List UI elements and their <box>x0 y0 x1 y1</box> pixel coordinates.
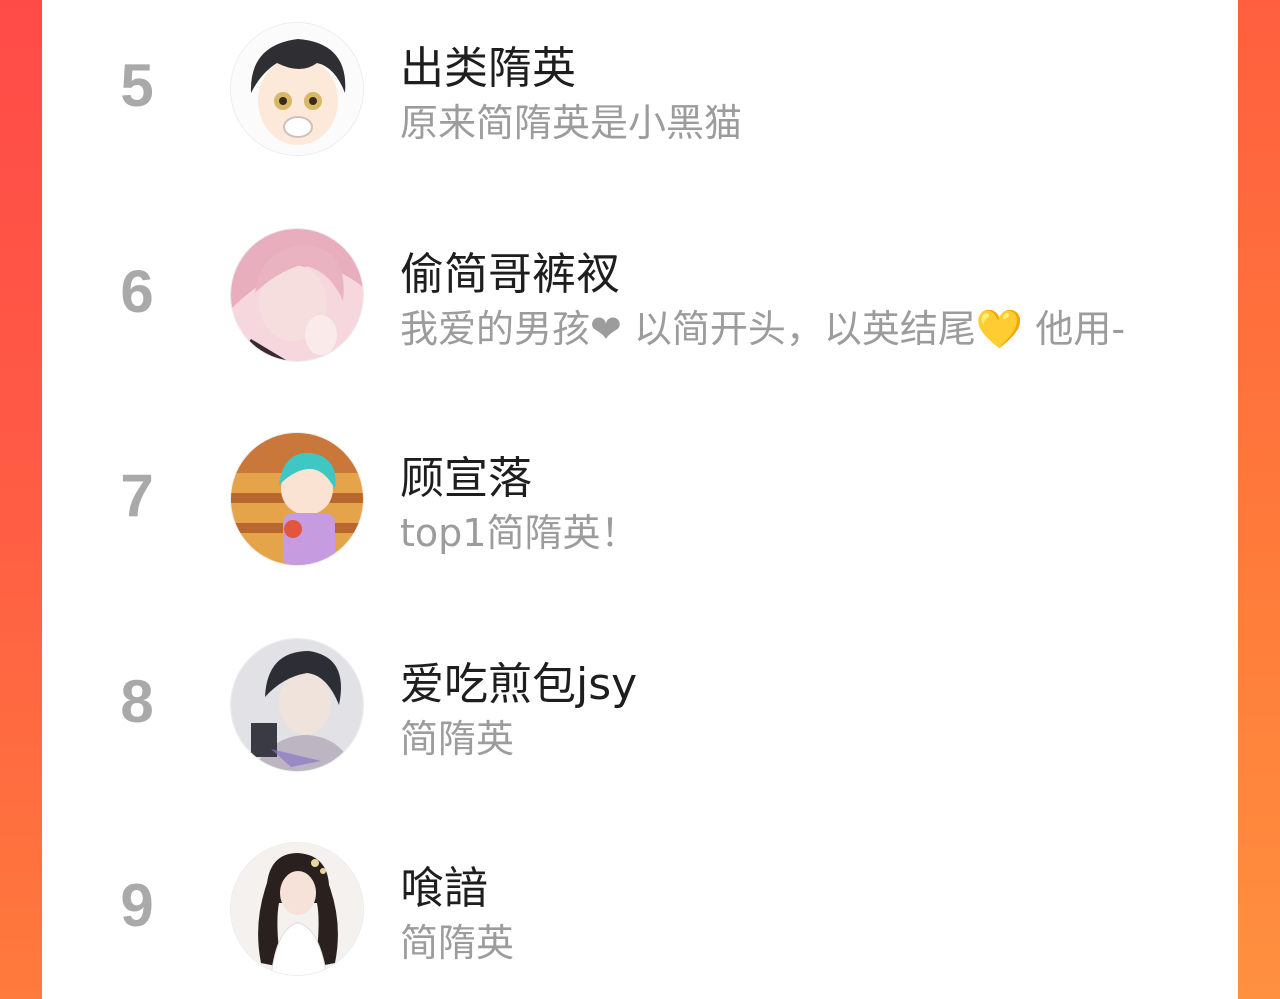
user-name[interactable]: 喰諳 <box>400 862 488 916</box>
user-subtitle: 我爱的男孩❤ 以简开头，以英结尾💛 他用- <box>400 307 1126 351</box>
user-subtitle: 原来简隋英是小黑猫 <box>400 101 743 145</box>
list-item[interactable]: 5 出类隋英 原来简隋英是小黑猫 <box>42 12 1238 172</box>
dark-hair-man-avatar-icon[interactable] <box>230 638 364 772</box>
rank-number: 9 <box>120 872 154 939</box>
user-name[interactable]: 出类隋英 <box>400 42 576 96</box>
pink-hair-avatar-icon[interactable] <box>230 228 364 362</box>
rank-number: 5 <box>120 52 154 119</box>
list-item[interactable]: 7 顾宣落 top1简隋英！ <box>42 422 1238 582</box>
rank-number: 8 <box>120 668 154 735</box>
teal-hair-girl-avatar-icon[interactable] <box>230 432 364 566</box>
user-subtitle: 简隋英 <box>400 921 515 965</box>
right-background-edge <box>1238 0 1280 999</box>
ranking-list-card: 5 出类隋英 原来简隋英是小黑猫 6 偷简哥裤衩 我爱的男孩❤ 以简开头，以英结… <box>42 0 1238 999</box>
user-name[interactable]: 偷简哥裤衩 <box>400 248 620 302</box>
user-name[interactable]: 顾宣落 <box>400 452 532 506</box>
list-item[interactable]: 9 喰諳 简隋英 <box>42 832 1238 992</box>
rank-number: 7 <box>120 462 154 529</box>
list-item[interactable]: 8 爱吃煎包jsy 简隋英 <box>42 628 1238 788</box>
user-subtitle: top1简隋英！ <box>400 511 639 555</box>
anime-boy-avatar-icon[interactable] <box>230 22 364 156</box>
user-subtitle: 简隋英 <box>400 717 515 761</box>
user-name[interactable]: 爱吃煎包jsy <box>400 658 637 712</box>
long-hair-lady-avatar-icon[interactable] <box>230 842 364 976</box>
list-item[interactable]: 6 偷简哥裤衩 我爱的男孩❤ 以简开头，以英结尾💛 他用- <box>42 218 1238 378</box>
rank-number: 6 <box>120 258 154 325</box>
